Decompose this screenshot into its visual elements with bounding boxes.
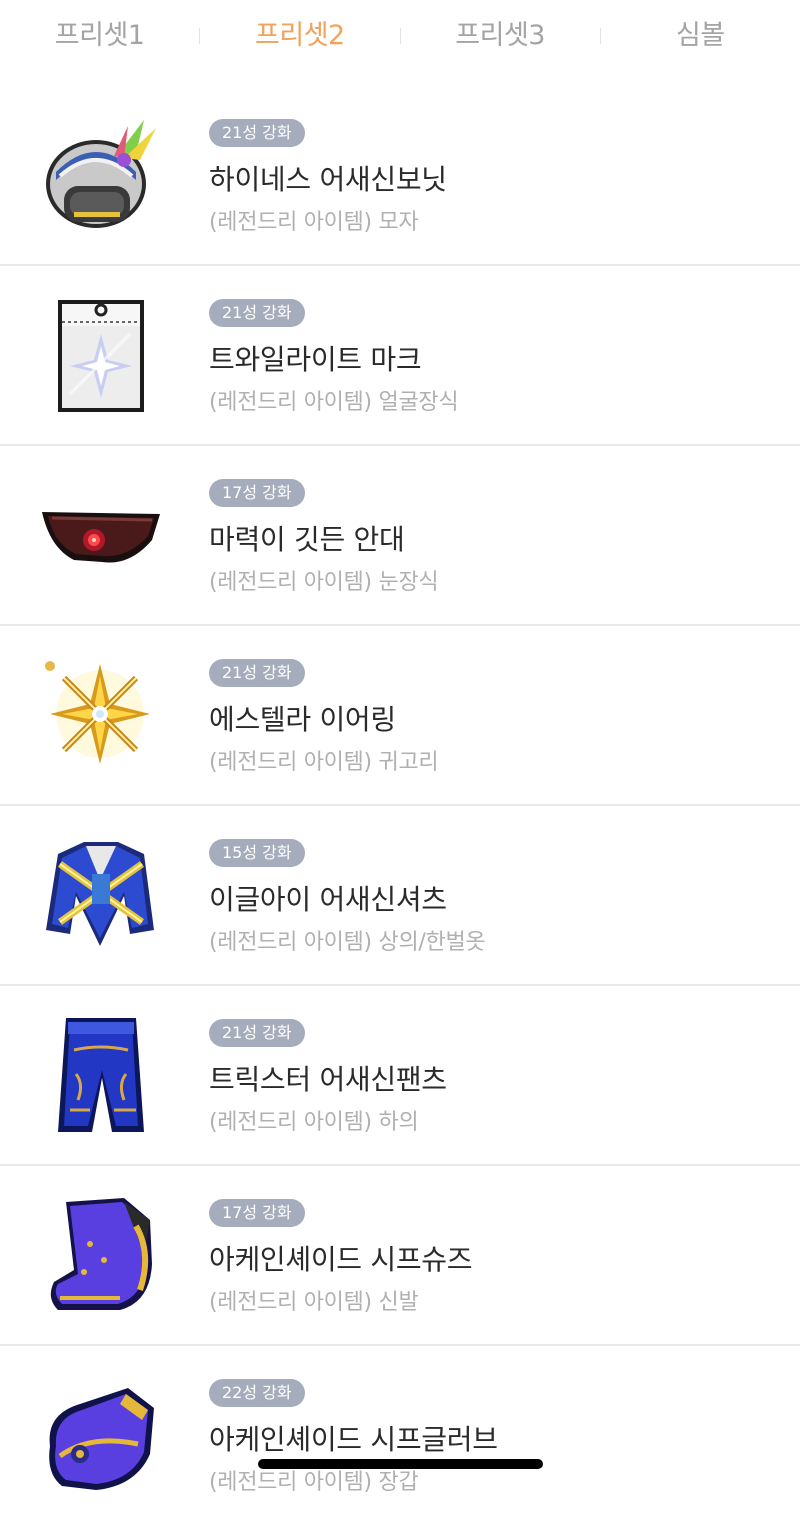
pants-icon <box>40 1014 162 1136</box>
enhance-badge: 17성 강화 <box>209 479 305 507</box>
face-accessory-icon <box>40 294 162 416</box>
item-name: 아케인셰이드 시프글러브 <box>209 1423 498 1456</box>
shirt-icon <box>40 834 162 956</box>
earring-icon <box>40 654 162 776</box>
item-name: 트릭스터 어새신팬츠 <box>209 1063 447 1096</box>
item-type: (레전드리 아이템) 하의 <box>209 1110 419 1135</box>
list-item[interactable]: 15성 강화 이글아이 어새신셔츠 (레전드리 아이템) 상의/한벌옷 <box>0 806 800 986</box>
item-name: 에스텔라 이어링 <box>209 703 396 736</box>
tab-symbol[interactable]: 심볼 <box>601 0 800 72</box>
shoes-icon <box>40 1194 162 1316</box>
item-type: (레전드리 아이템) 얼굴장식 <box>209 390 459 415</box>
enhance-badge: 15성 강화 <box>209 839 305 867</box>
list-item[interactable]: 22성 강화 아케인셰이드 시프글러브 (레전드리 아이템) 장갑 <box>0 1346 800 1524</box>
enhance-badge: 22성 강화 <box>209 1379 305 1407</box>
enhance-badge: 21성 강화 <box>209 119 305 147</box>
item-type: (레전드리 아이템) 귀고리 <box>209 750 439 775</box>
item-name: 이글아이 어새신셔츠 <box>209 883 447 916</box>
item-name: 트와일라이트 마크 <box>209 343 422 376</box>
list-item[interactable]: 17성 강화 아케인셰이드 시프슈즈 (레전드리 아이템) 신발 <box>0 1166 800 1346</box>
list-item[interactable]: 21성 강화 트릭스터 어새신팬츠 (레전드리 아이템) 하의 <box>0 986 800 1166</box>
item-name: 아케인셰이드 시프슈즈 <box>209 1243 473 1276</box>
hat-icon <box>40 114 162 236</box>
tab-preset-2[interactable]: 프리셋2 <box>200 0 399 72</box>
list-item[interactable]: 21성 강화 트와일라이트 마크 (레전드리 아이템) 얼굴장식 <box>0 266 800 446</box>
gloves-icon <box>40 1374 162 1496</box>
item-name: 하이네스 어새신보닛 <box>209 163 447 196</box>
enhance-badge: 17성 강화 <box>209 1199 305 1227</box>
item-type: (레전드리 아이템) 신발 <box>209 1290 419 1315</box>
item-name: 마력이 깃든 안대 <box>209 523 405 556</box>
item-type: (레전드리 아이템) 상의/한벌옷 <box>209 930 486 955</box>
list-item[interactable]: 17성 강화 마력이 깃든 안대 (레전드리 아이템) 눈장식 <box>0 446 800 626</box>
enhance-badge: 21성 강화 <box>209 659 305 687</box>
list-item[interactable]: 21성 강화 하이네스 어새신보닛 (레전드리 아이템) 모자 <box>0 86 800 266</box>
tab-preset-1[interactable]: 프리셋1 <box>0 0 199 72</box>
equipment-list: 21성 강화 하이네스 어새신보닛 (레전드리 아이템) 모자 21성 강화 트… <box>0 86 800 1524</box>
item-type: (레전드리 아이템) 모자 <box>209 210 419 235</box>
home-indicator[interactable] <box>258 1459 543 1469</box>
list-item[interactable]: 21성 강화 에스텔라 이어링 (레전드리 아이템) 귀고리 <box>0 626 800 806</box>
eye-patch-icon <box>40 474 162 596</box>
preset-tabs: 프리셋1 프리셋2 프리셋3 심볼 <box>0 0 800 72</box>
item-type: (레전드리 아이템) 눈장식 <box>209 570 439 595</box>
enhance-badge: 21성 강화 <box>209 299 305 327</box>
enhance-badge: 21성 강화 <box>209 1019 305 1047</box>
tab-preset-3[interactable]: 프리셋3 <box>401 0 600 72</box>
